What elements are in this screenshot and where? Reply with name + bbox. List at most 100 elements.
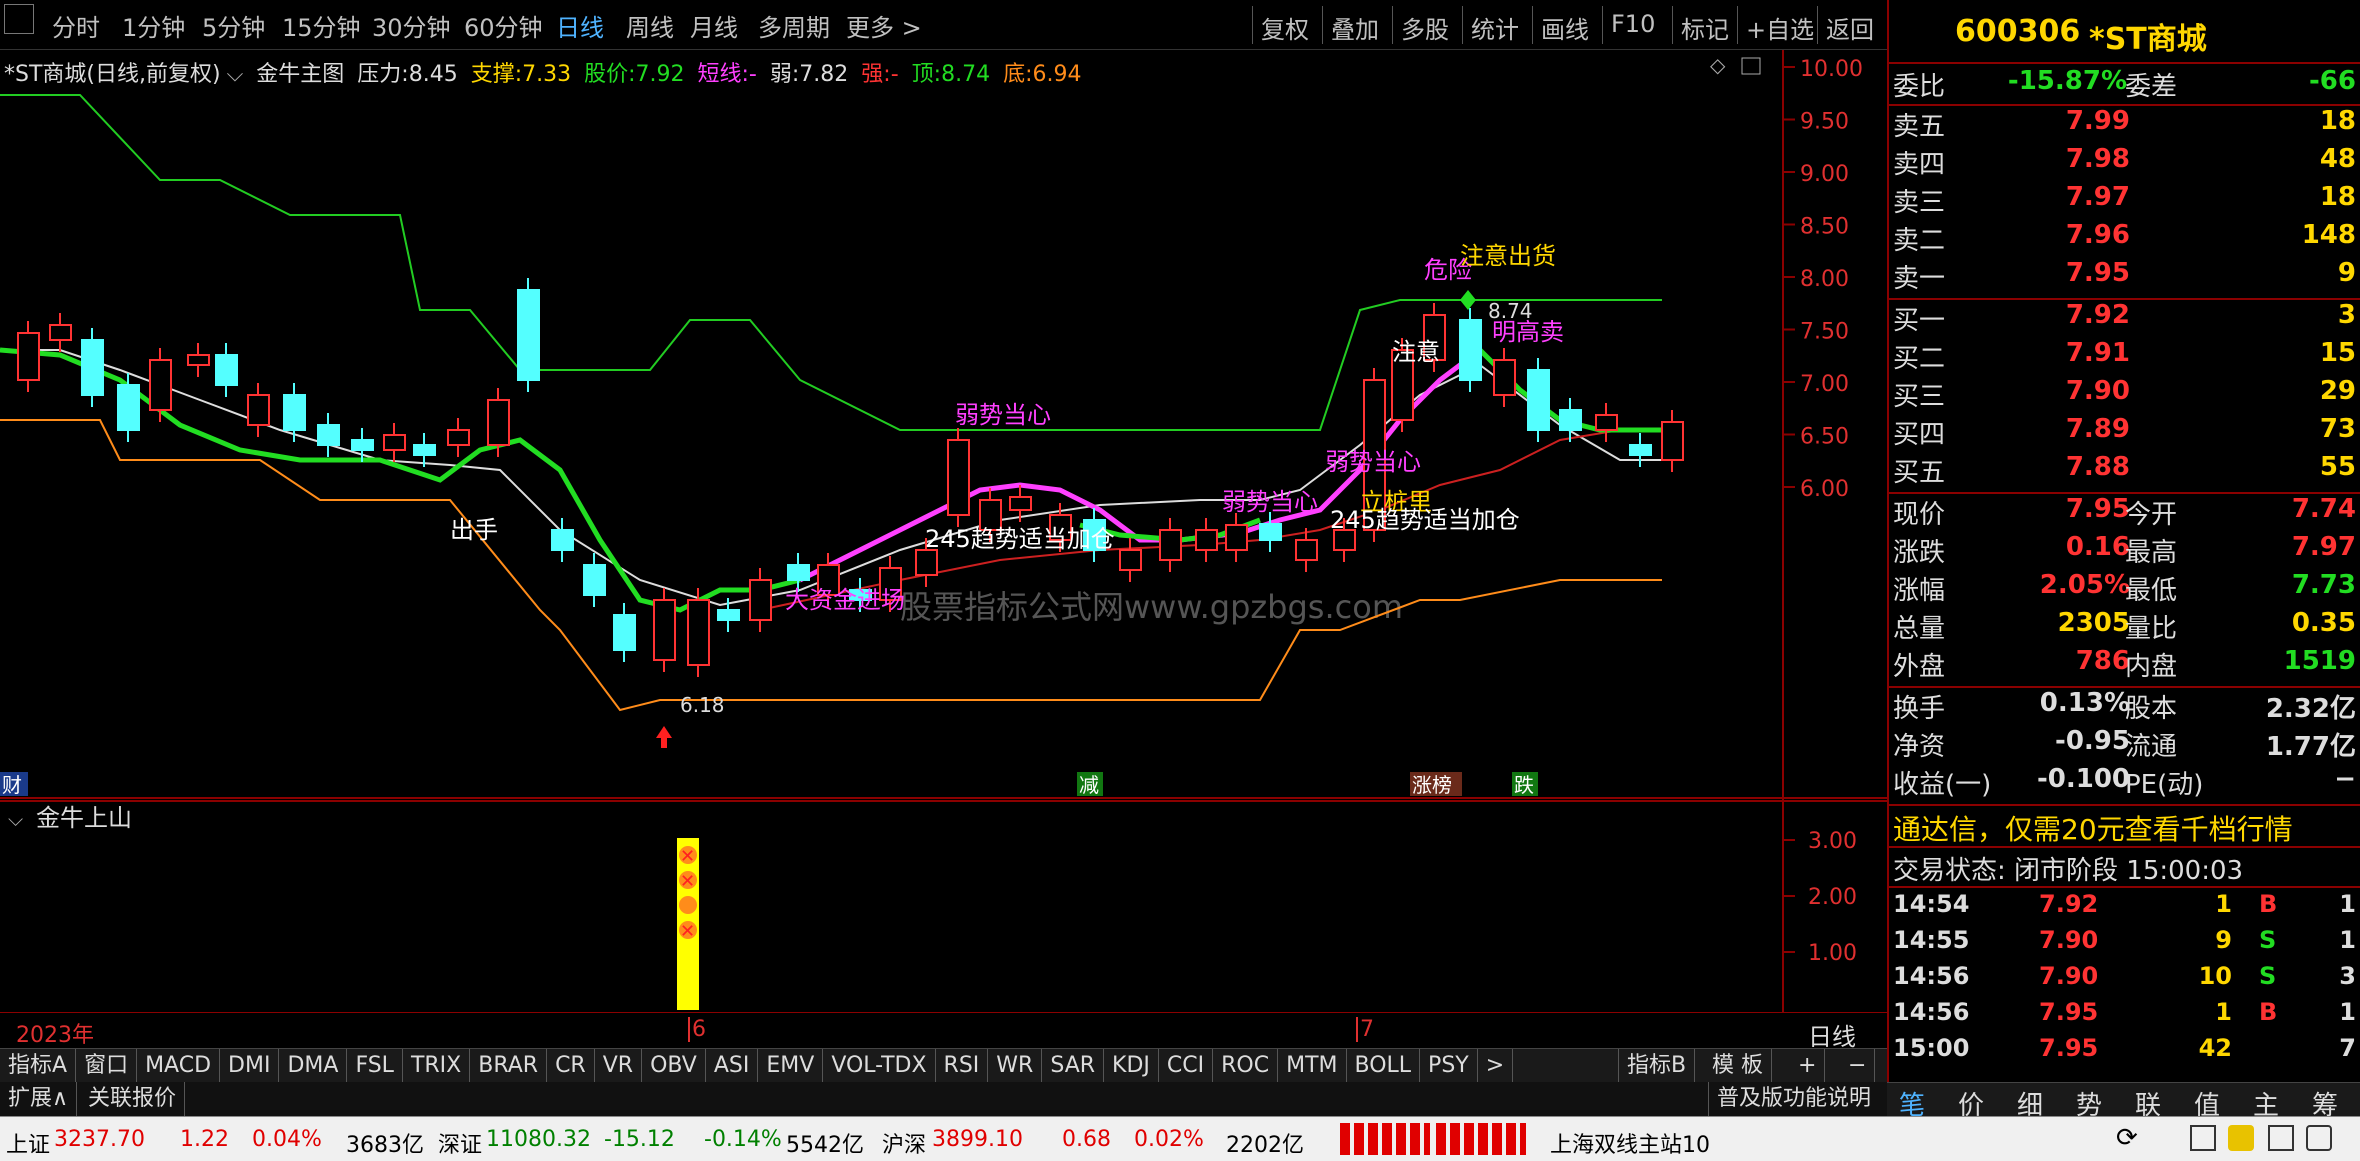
sub-indicator-chart[interactable]: 3.00 2.00 1.00 ✕ ✕ ✕ ⌵ 金牛上山 [0, 800, 1887, 1012]
sh-change: 1.22 [180, 1127, 229, 1152]
price-tick-label: 7.50 [1800, 320, 1849, 345]
ask-row[interactable]: 卖二 7.96 148 [1889, 220, 2360, 256]
indicator-tab[interactable]: EMV [758, 1049, 824, 1083]
price-tick-label: 6.50 [1800, 425, 1849, 450]
indicator-tab[interactable]: > [1478, 1049, 1514, 1083]
zixuan-button[interactable]: +自选 [1737, 6, 1822, 44]
f10-button[interactable]: F10 [1602, 6, 1663, 44]
indicator-tab[interactable]: TRIX [403, 1049, 471, 1083]
bid-row[interactable]: 买二 7.91 15 [1889, 338, 2360, 374]
indicator-tab[interactable]: PSY [1420, 1049, 1478, 1083]
period-1min[interactable]: 1分钟 [122, 8, 185, 43]
period-5min[interactable]: 5分钟 [202, 8, 265, 43]
indicator-tab[interactable]: OBV [642, 1049, 706, 1083]
diejia-button[interactable]: 叠加 [1322, 6, 1387, 44]
indicator-tab[interactable]: FSL [347, 1049, 403, 1083]
period-monthly[interactable]: 月线 [690, 8, 738, 43]
badge-cai[interactable]: 财 [2, 773, 22, 797]
ask-row[interactable]: 卖四 7.98 48 [1889, 144, 2360, 180]
indicator-tab[interactable]: BRAR [470, 1049, 548, 1083]
window-icon[interactable] [4, 4, 34, 34]
indicator-tab[interactable]: BOLL [1347, 1049, 1421, 1083]
settings-icon[interactable] [2306, 1125, 2332, 1151]
duogu-button[interactable]: 多股 [1392, 6, 1457, 44]
price-value: 7.92 [635, 62, 685, 87]
tongji-button[interactable]: 统计 [1462, 6, 1527, 44]
indicator-tabs: 指标A 窗口 MACD DMI DMA FSL TRIX BRAR CR VR OBV ASI EMV V… [0, 1048, 1887, 1083]
trade-price: 7.92 [2039, 890, 2099, 918]
period-multi[interactable]: 多周期 [758, 8, 830, 43]
bid-row[interactable]: 买五 7.88 55 [1889, 452, 2360, 488]
weak-label: 弱: [769, 62, 800, 87]
price-label: 股价: [584, 62, 636, 87]
coin-icon[interactable] [2228, 1125, 2254, 1151]
chevron-down-icon[interactable]: ⌵ [227, 62, 244, 87]
price-tick-label: 6.00 [1800, 477, 1849, 502]
trade-count: 1 [2339, 890, 2356, 918]
diamond-toggle-icon[interactable]: ◇ [1710, 53, 1726, 77]
period-15min[interactable]: 15分钟 [282, 8, 361, 43]
huaxian-button[interactable]: 画线 [1532, 6, 1597, 44]
ask-row[interactable]: 卖一 7.95 9 [1889, 258, 2360, 294]
indicator-tab[interactable]: VR [595, 1049, 643, 1083]
indicator-tab[interactable]: ASI [706, 1049, 759, 1083]
notice-link[interactable]: 普及版功能说明 [1708, 1082, 1879, 1116]
period-60min[interactable]: 60分钟 [464, 8, 543, 43]
indicator-tab[interactable]: CR [547, 1049, 595, 1083]
template-tab[interactable]: 模 板 [1704, 1049, 1772, 1083]
candle-body [1595, 414, 1618, 431]
period-daily[interactable]: 日线 [556, 8, 604, 43]
period-weekly[interactable]: 周线 [626, 8, 674, 43]
fanhui-button[interactable]: 返回 [1817, 6, 1882, 44]
plus-button[interactable]: + [1790, 1049, 1826, 1083]
bid-row[interactable]: 买四 7.89 73 [1889, 414, 2360, 450]
pressure-label: 压力: [357, 62, 409, 87]
upgrade-ad[interactable]: 通达信，仅需20元查看千档行情 [1893, 808, 2293, 848]
grid-icon[interactable] [2268, 1125, 2294, 1151]
indicator-tab[interactable]: MTM [1278, 1049, 1347, 1083]
indicator-tab[interactable]: VOL-TDX [823, 1049, 936, 1083]
sub-chevron-icon[interactable]: ⌵ [8, 807, 23, 831]
expand-button[interactable]: 扩展∧ [0, 1082, 78, 1116]
period-fenshi[interactable]: 分时 [52, 8, 100, 43]
ask-book: 卖五 7.99 18 卖四 7.98 48 卖三 7.97 18 卖二 7.96 14… [1889, 106, 2360, 296]
ask-row[interactable]: 卖五 7.99 18 [1889, 106, 2360, 142]
indicator-tab[interactable]: ROC [1213, 1049, 1279, 1083]
candle-body [317, 424, 340, 446]
candle-body [1661, 421, 1684, 461]
indicator-name[interactable]: 金牛主图 [256, 62, 344, 87]
panel-toggle-icon[interactable] [1741, 57, 1761, 75]
minus-button[interactable]: − [1840, 1049, 1876, 1083]
indicator-tab[interactable]: DMA [279, 1049, 348, 1083]
indicator-tab[interactable]: DMI [220, 1049, 280, 1083]
period-more[interactable]: 更多 > [846, 8, 922, 43]
indicator-tab[interactable]: WR [988, 1049, 1043, 1083]
trade-price: 7.90 [2039, 926, 2099, 954]
indicator-tab[interactable]: 指标A [0, 1049, 77, 1083]
ask-row[interactable]: 卖三 7.97 18 [1889, 182, 2360, 218]
hs-change: 0.68 [1062, 1127, 1111, 1152]
signal-x-icon: ✕ [680, 921, 695, 942]
indicator-b-tab[interactable]: 指标B [1618, 1049, 1696, 1083]
fuquan-button[interactable]: 复权 [1252, 6, 1317, 44]
bid-row[interactable]: 买三 7.90 29 [1889, 376, 2360, 412]
date-m7: 7 [1356, 1017, 1374, 1042]
biaoji-button[interactable]: 标记 [1672, 6, 1737, 44]
indicator-tab[interactable]: RSI [936, 1049, 989, 1083]
candle-body [915, 549, 938, 576]
trade-volume: 1 [2215, 890, 2232, 918]
sz-index: 11080.32 [486, 1127, 591, 1152]
period-30min[interactable]: 30分钟 [372, 8, 451, 43]
indicator-tab[interactable]: 窗口 [76, 1049, 138, 1083]
indicator-tab[interactable]: CCI [1159, 1049, 1214, 1083]
indicator-tab[interactable]: KDJ [1104, 1049, 1159, 1083]
related-quote-tab[interactable]: 关联报价 [80, 1082, 186, 1116]
indicator-tab[interactable]: SAR [1042, 1049, 1105, 1083]
candle-body [247, 394, 270, 426]
window-icon[interactable] [2190, 1125, 2216, 1151]
indicator-tab[interactable]: MACD [137, 1049, 221, 1083]
server-name[interactable]: 上海双线主站10 [1550, 1127, 1710, 1159]
refresh-icon[interactable]: ⟳ [2116, 1123, 2138, 1153]
bid-row[interactable]: 买一 7.92 3 [1889, 300, 2360, 336]
kline-chart[interactable]: 10.00 9.50 9.00 8.50 8.00 7.50 7.00 6.50 6.00 股票… [0, 50, 1887, 800]
